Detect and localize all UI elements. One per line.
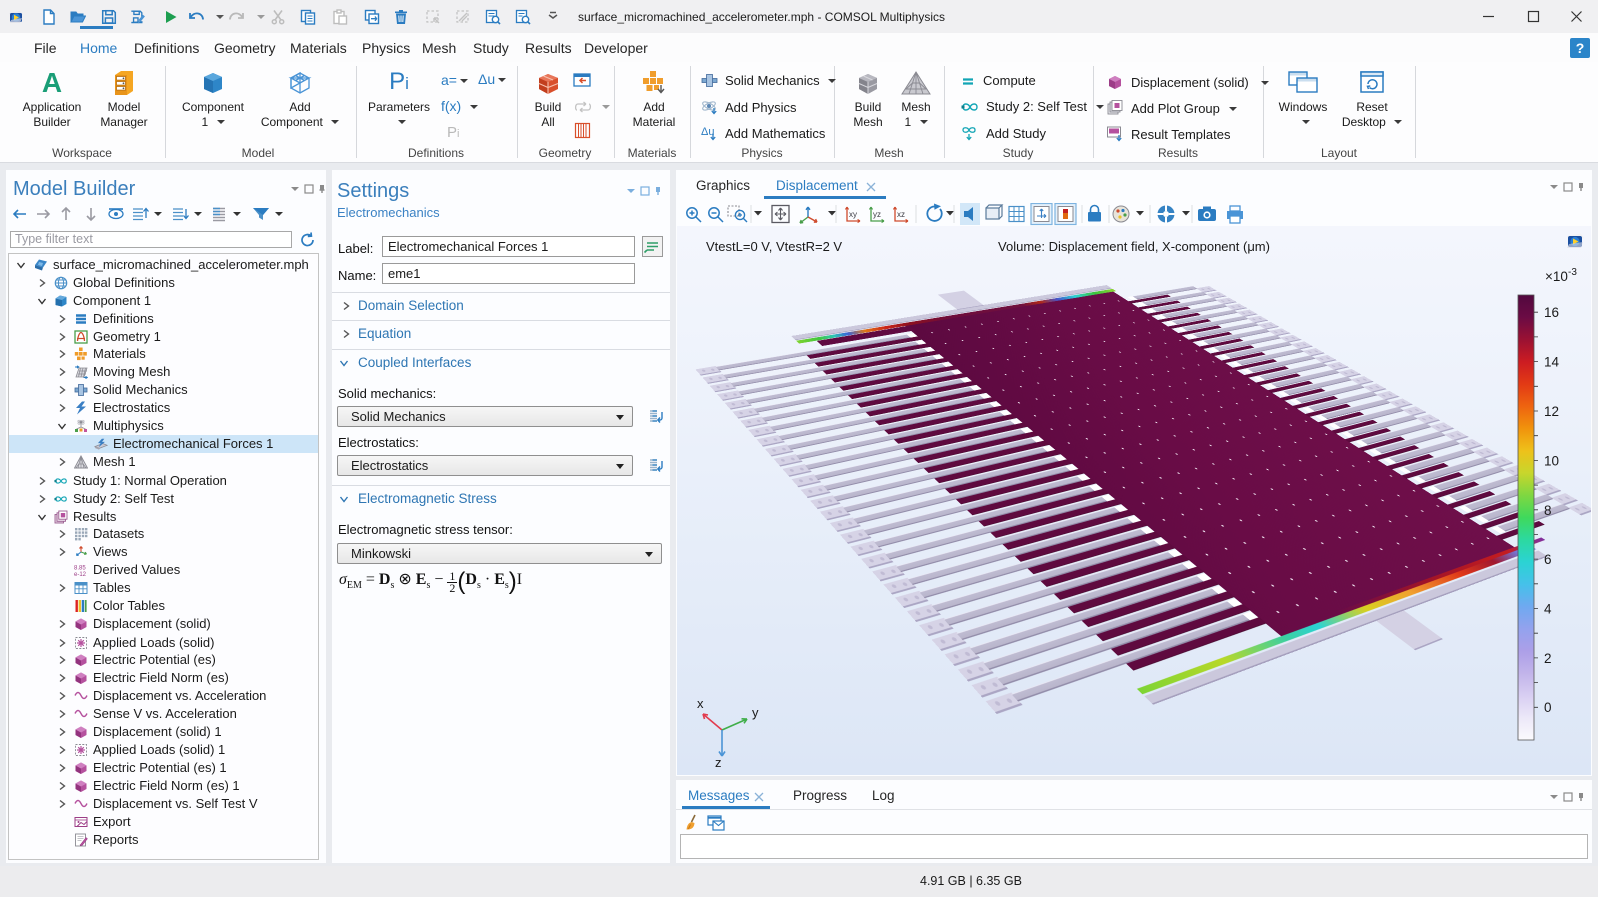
svg-text:6: 6 [1544, 552, 1552, 567]
svg-text:-3: -3 [1568, 267, 1577, 278]
svg-text:8: 8 [1544, 503, 1552, 518]
svg-text:y: y [752, 705, 759, 720]
svg-text:z: z [715, 755, 722, 770]
svg-text:4: 4 [1544, 602, 1552, 617]
svg-text:xz: xz [897, 210, 905, 219]
svg-text:16: 16 [1544, 305, 1559, 320]
svg-text:14: 14 [1544, 355, 1560, 370]
svg-text:xy: xy [849, 210, 857, 219]
svg-text:2: 2 [1544, 651, 1552, 666]
svg-text:×10: ×10 [1545, 269, 1568, 284]
svg-text:0: 0 [1544, 700, 1552, 715]
svg-text:x: x [697, 696, 704, 711]
svg-text:10: 10 [1544, 454, 1559, 469]
svg-text:yz: yz [873, 210, 881, 219]
svg-text:12: 12 [1544, 404, 1559, 419]
